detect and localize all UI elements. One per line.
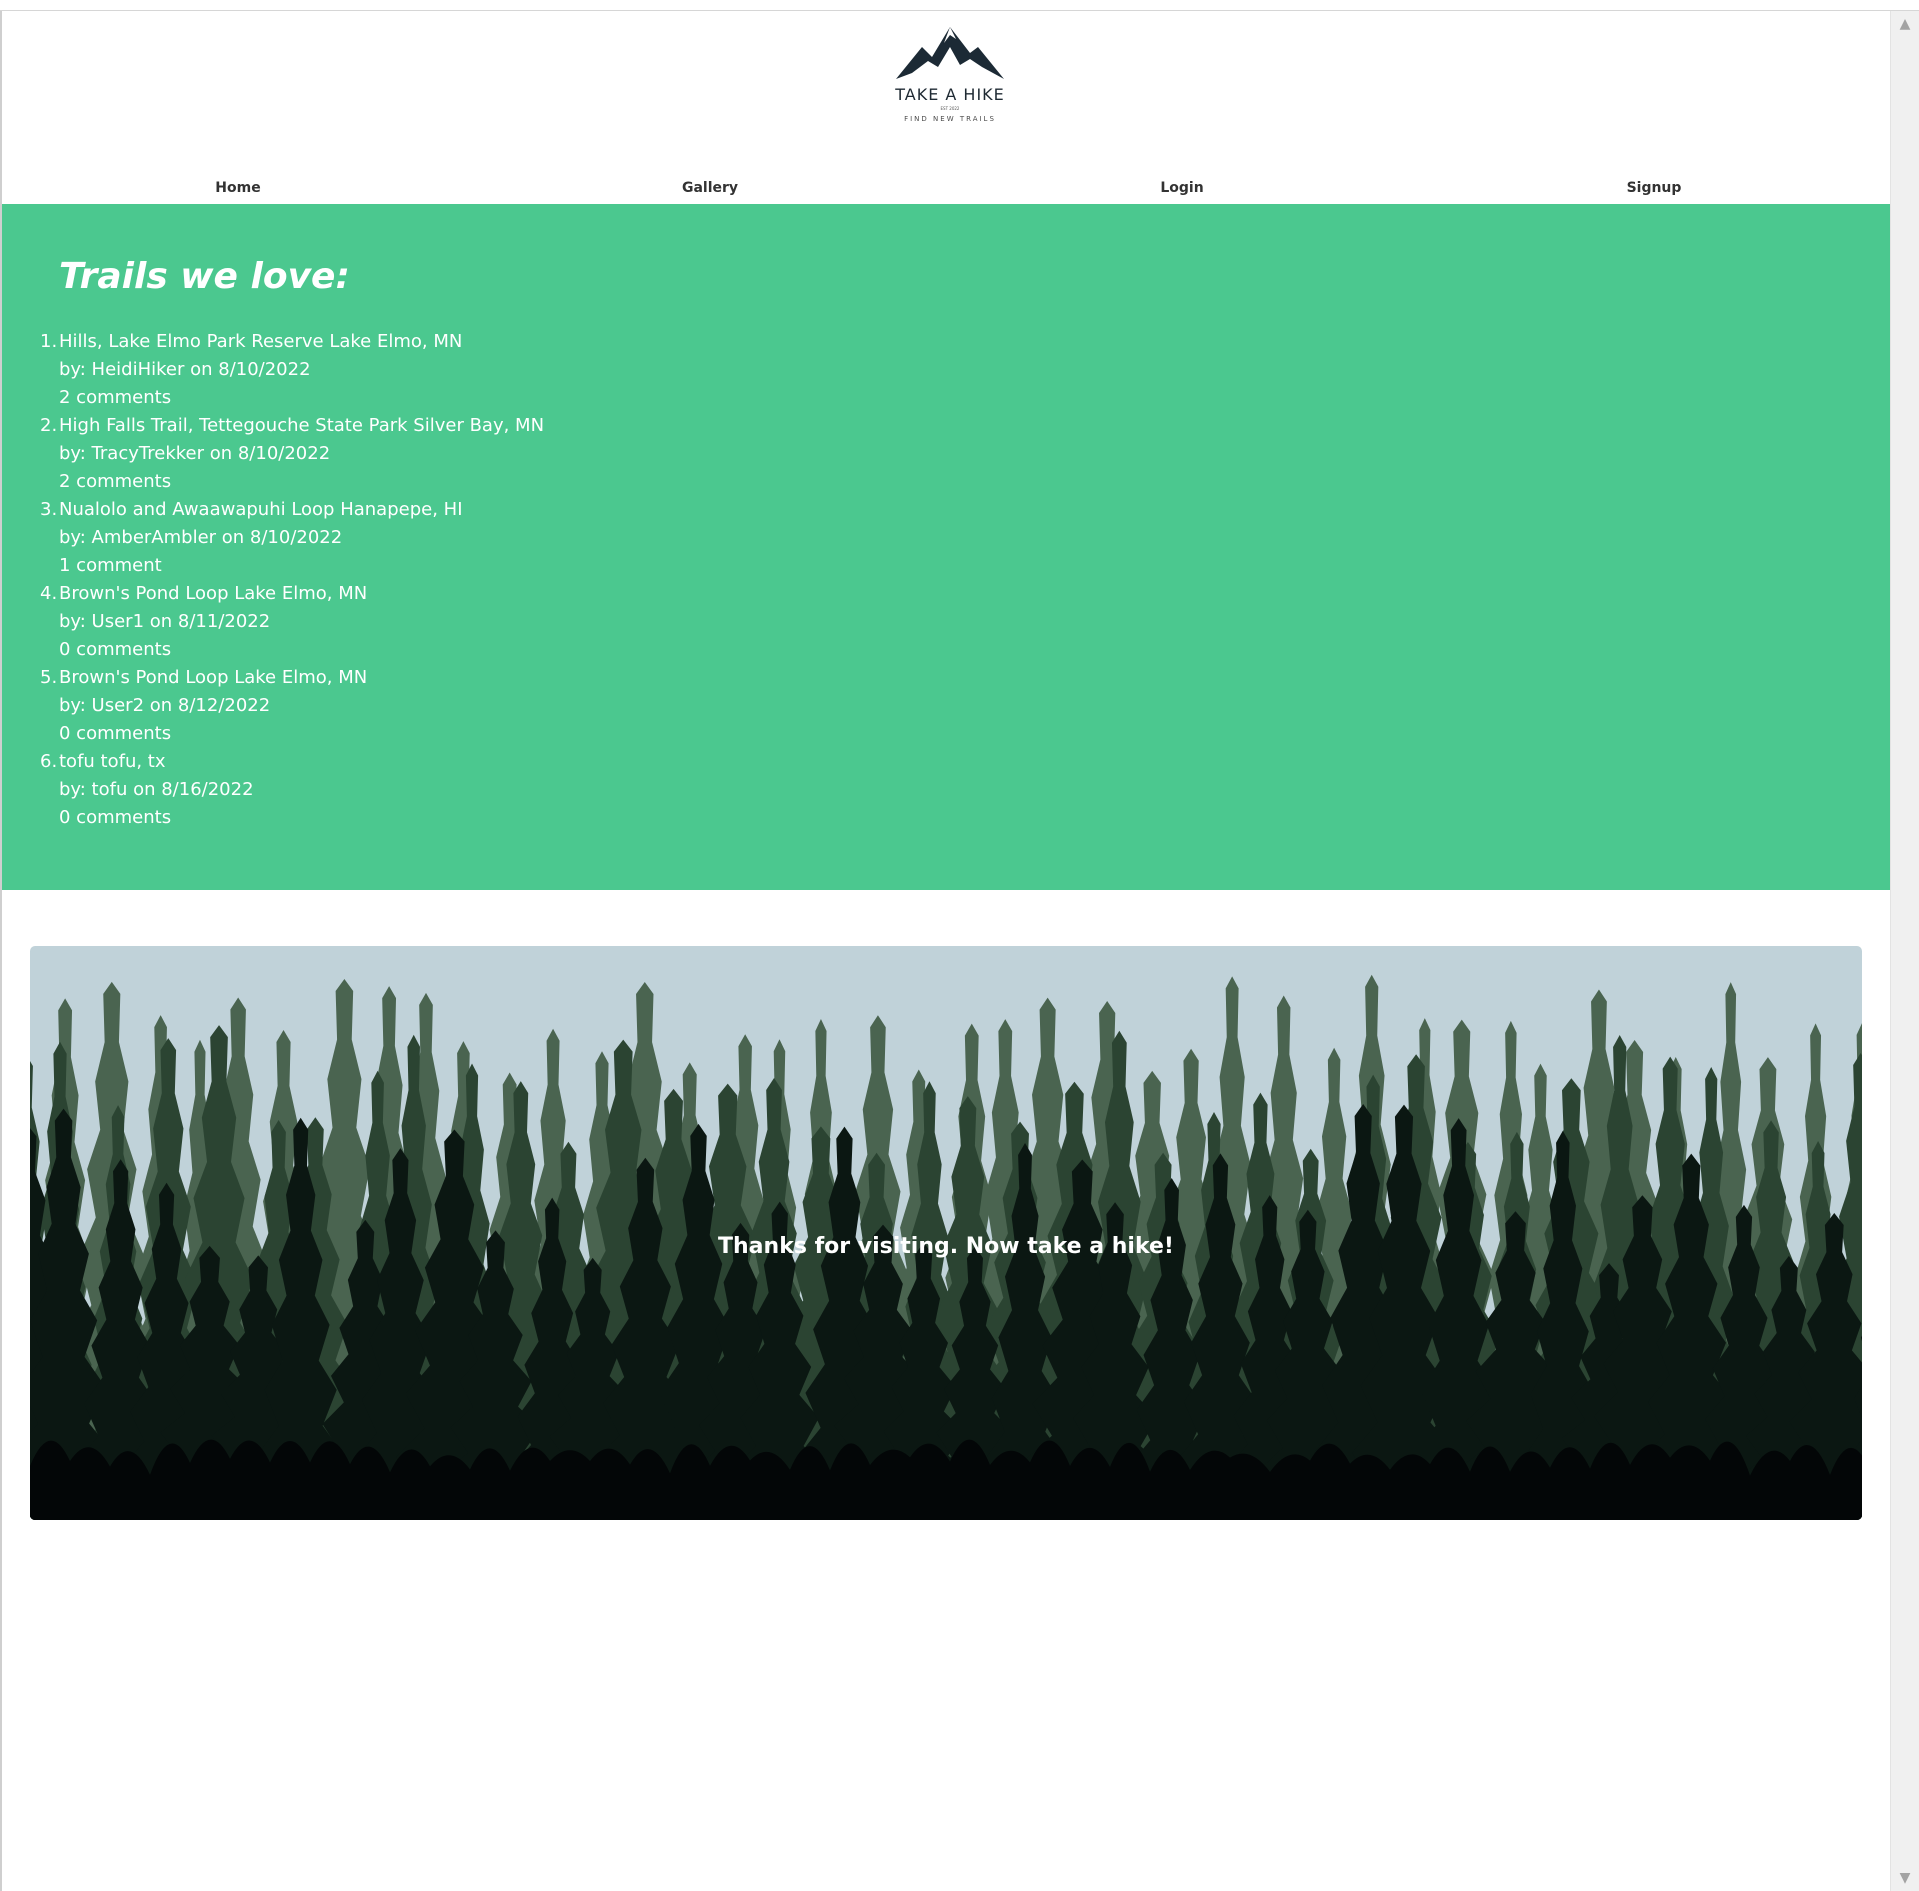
- trail-number: 2.: [40, 415, 58, 436]
- trail-comments[interactable]: 0 comments: [59, 720, 544, 748]
- trail-number: 1.: [40, 331, 58, 352]
- trail-byline: by: AmberAmbler on 8/10/2022: [59, 527, 343, 548]
- trail-byline: by: HeidiHiker on 8/10/2022: [59, 359, 311, 380]
- logo-subtitle: FIND NEW TRAILS: [904, 115, 996, 123]
- trail-comments[interactable]: 1 comment: [59, 552, 544, 580]
- trails-section: Trails we love: 1. Hills, Lake Elmo Park…: [2, 204, 1890, 890]
- trail-title[interactable]: Hills, Lake Elmo Park Reserve Lake Elmo,…: [59, 328, 544, 356]
- vertical-scrollbar[interactable]: ▲ ▼: [1890, 11, 1919, 1891]
- trail-comments[interactable]: 0 comments: [59, 804, 544, 832]
- trail-item: 4. Brown's Pond Loop Lake Elmo, MN by: U…: [40, 580, 544, 664]
- nav-gallery[interactable]: Gallery: [474, 172, 946, 204]
- trail-number: 6.: [40, 751, 58, 772]
- logo-est: EST 2022: [940, 106, 960, 111]
- trail-number: 3.: [40, 499, 58, 520]
- forest-illustration: [30, 974, 1862, 1520]
- trails-list: 1. Hills, Lake Elmo Park Reserve Lake El…: [40, 328, 544, 832]
- nav-home[interactable]: Home: [2, 172, 474, 204]
- trail-comments[interactable]: 0 comments: [59, 636, 544, 664]
- main-nav: Home Gallery Login Signup: [2, 172, 1890, 204]
- trail-item: 1. Hills, Lake Elmo Park Reserve Lake El…: [40, 328, 544, 412]
- trail-comments[interactable]: 2 comments: [59, 468, 544, 496]
- trails-heading: Trails we love:: [59, 256, 350, 297]
- trail-title[interactable]: Brown's Pond Loop Lake Elmo, MN: [59, 664, 544, 692]
- trail-item: 6. tofu tofu, tx by: tofu on 8/16/2022 0…: [40, 748, 544, 832]
- trail-item: 2. High Falls Trail, Tettegouche State P…: [40, 412, 544, 496]
- site-logo[interactable]: TAKE A HIKE EST 2022 FIND NEW TRAILS: [882, 17, 1018, 137]
- scroll-up-arrow-icon[interactable]: ▲: [1891, 13, 1919, 35]
- trail-item: 3. Nualolo and Awaawapuhi Loop Hanapepe,…: [40, 496, 544, 580]
- footer-banner: Thanks for visiting. Now take a hike!: [30, 946, 1862, 1520]
- nav-login[interactable]: Login: [946, 172, 1418, 204]
- trail-byline: by: User2 on 8/12/2022: [59, 695, 271, 716]
- browser-top-edge: [0, 0, 1919, 11]
- mountain-icon: [896, 27, 1004, 79]
- scroll-down-arrow-icon[interactable]: ▼: [1891, 1867, 1919, 1889]
- trail-comments[interactable]: 2 comments: [59, 384, 544, 412]
- trail-title[interactable]: Nualolo and Awaawapuhi Loop Hanapepe, HI: [59, 496, 544, 524]
- footer-message: Thanks for visiting. Now take a hike!: [718, 1234, 1174, 1259]
- trail-byline: by: User1 on 8/11/2022: [59, 611, 271, 632]
- nav-signup[interactable]: Signup: [1418, 172, 1890, 204]
- trail-title[interactable]: tofu tofu, tx: [59, 748, 544, 776]
- trail-number: 5.: [40, 667, 58, 688]
- trail-number: 4.: [40, 583, 58, 604]
- logo-title: TAKE A HIKE: [895, 85, 1005, 104]
- trail-byline: by: TracyTrekker on 8/10/2022: [59, 443, 331, 464]
- trail-item: 5. Brown's Pond Loop Lake Elmo, MN by: U…: [40, 664, 544, 748]
- trail-title[interactable]: High Falls Trail, Tettegouche State Park…: [59, 412, 544, 440]
- trail-byline: by: tofu on 8/16/2022: [59, 779, 254, 800]
- trail-title[interactable]: Brown's Pond Loop Lake Elmo, MN: [59, 580, 544, 608]
